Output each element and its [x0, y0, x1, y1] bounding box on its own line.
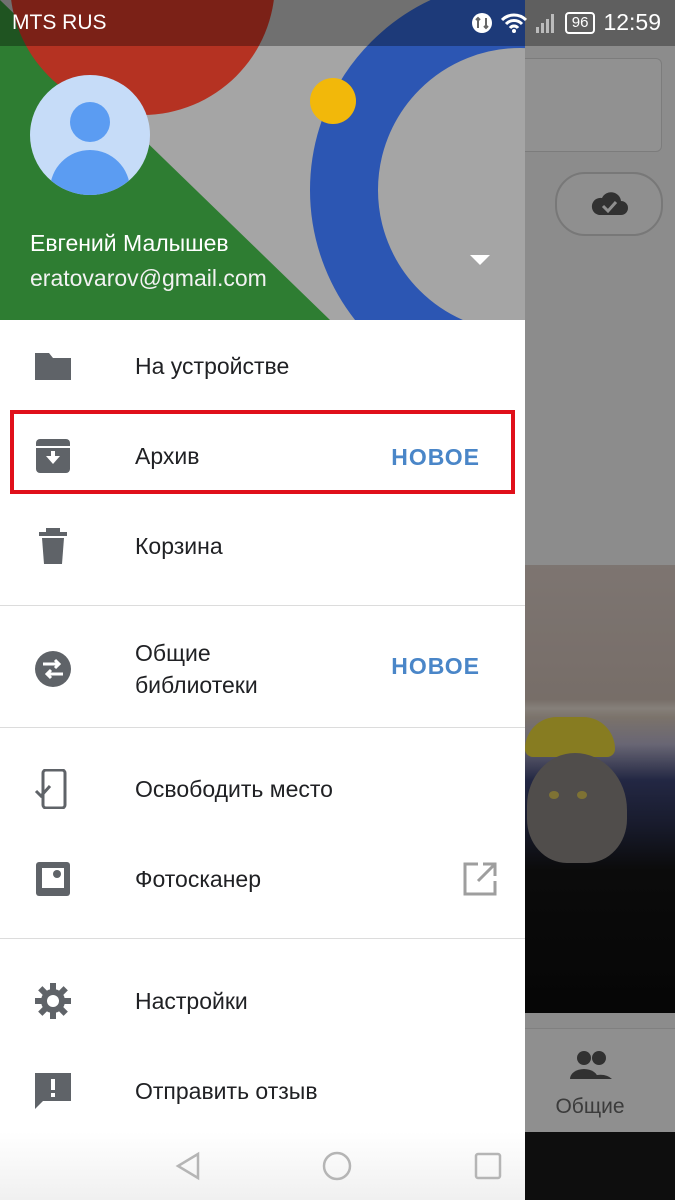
account-dropdown-icon[interactable]: [470, 255, 490, 265]
trash-icon: [39, 528, 67, 564]
new-badge: НОВОЕ: [391, 653, 480, 679]
menu-label: Освободить место: [135, 776, 333, 802]
account-email: eratovarov@gmail.com: [30, 265, 267, 291]
home-button[interactable]: [321, 1150, 353, 1182]
menu-item-send-feedback[interactable]: Отправить отзыв: [0, 1045, 525, 1132]
menu-divider: [0, 938, 525, 939]
menu-divider: [0, 727, 525, 728]
header-blue-ring: [310, 0, 525, 320]
menu-label: Настройки: [135, 988, 248, 1014]
account-name: Евгений Малышев: [30, 230, 229, 256]
menu-label: Общие библиотеки: [135, 640, 258, 698]
feedback-icon: [35, 1073, 71, 1109]
menu-label: Корзина: [135, 533, 223, 559]
shared-libraries-icon: [35, 651, 71, 687]
menu-item-trash[interactable]: Корзина: [0, 502, 525, 590]
navigation-drawer: Евгений Малышев eratovarov@gmail.com На …: [0, 0, 525, 1132]
highlight-box: [10, 410, 515, 494]
signal-icon: [535, 13, 554, 33]
system-nav-bar: [0, 1132, 675, 1200]
recents-button[interactable]: [472, 1150, 504, 1182]
settings-icon: [35, 983, 71, 1019]
menu-item-on-device[interactable]: На устройстве: [0, 322, 525, 410]
battery-icon: 96: [564, 11, 596, 34]
carrier-name: MTS RUS: [12, 11, 107, 34]
folder-icon: [35, 353, 71, 380]
wifi-icon: [500, 13, 527, 33]
menu-divider: [0, 605, 525, 606]
menu-item-settings[interactable]: Настройки: [0, 955, 525, 1045]
avatar[interactable]: [30, 75, 150, 195]
free-up-space-icon: [34, 769, 67, 809]
menu-label: На устройстве: [135, 353, 290, 379]
account-header[interactable]: Евгений Малышев eratovarov@gmail.com: [0, 0, 525, 320]
menu-item-free-up-space[interactable]: Освободить место: [0, 745, 525, 835]
menu-item-shared-libraries[interactable]: Общие библиотеки НОВОЕ: [0, 607, 525, 725]
open-external-icon: [463, 862, 497, 896]
back-button[interactable]: [172, 1150, 204, 1182]
menu-label: Фотосканер: [135, 866, 261, 892]
data-sync-icon: [471, 12, 492, 33]
menu-item-photoscan[interactable]: Фотосканер: [0, 835, 525, 925]
clock: 12:59: [603, 9, 661, 35]
status-bar: MTS RUS 96 12:59: [0, 0, 675, 46]
header-yellow-dot: [310, 78, 356, 124]
menu-label: Отправить отзыв: [135, 1078, 318, 1104]
photoscan-icon: [36, 862, 70, 896]
